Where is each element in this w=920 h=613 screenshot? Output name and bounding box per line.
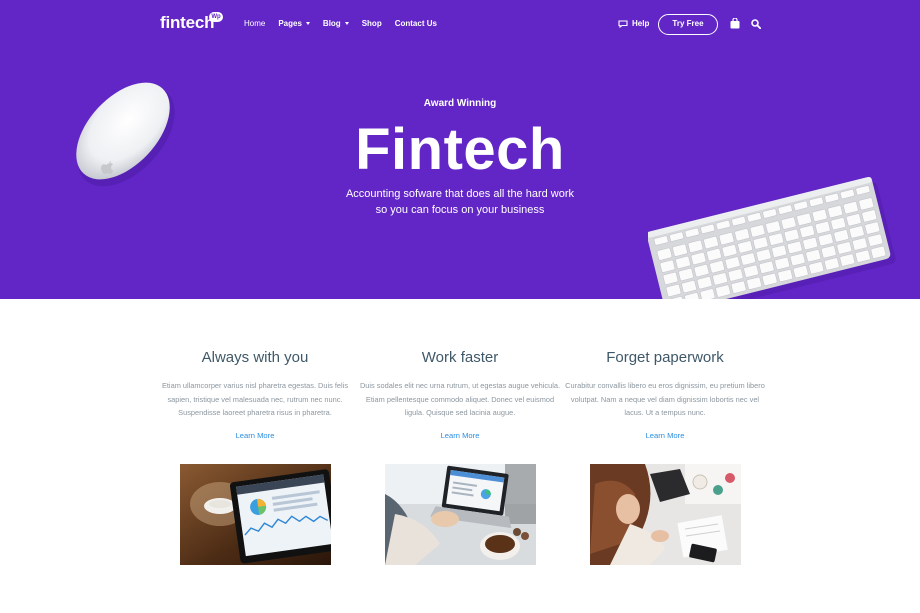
woman-working-photo	[590, 464, 741, 565]
nav-item-shop[interactable]: Shop	[362, 19, 382, 28]
feature-title: Work faster	[421, 349, 499, 366]
learn-more-link[interactable]: Learn More	[646, 431, 685, 440]
chevron-down-icon	[344, 22, 349, 25]
nav-item-label: Home	[244, 19, 266, 28]
help-label: Help	[632, 19, 650, 28]
feature-always-with-you: Always with you Etiam ullamcorper varius…	[150, 348, 360, 443]
nav-item-label: Pages	[278, 19, 302, 28]
nav-item-pages[interactable]: Pages	[278, 19, 310, 28]
hero-subtitle: Accounting sofware that does all the har…	[0, 186, 920, 218]
hero-section: fintech Wp Home Pages Blog Shop Contact …	[0, 0, 920, 299]
feature-text: Curabitur convallis libero eu eros digni…	[565, 381, 765, 418]
chevron-down-icon	[305, 22, 310, 25]
hero-subtitle-line: so you can focus on your business	[375, 204, 545, 216]
site-logo[interactable]: fintech	[160, 13, 215, 33]
nav-item-contact[interactable]: Contact Us	[395, 19, 437, 28]
feature-text: Duis sodales elit nec urna rutrum, ut eg…	[359, 381, 561, 418]
hero-subtitle-line: Accounting sofware that does all the har…	[345, 188, 575, 200]
chat-bubble-icon	[618, 19, 628, 28]
try-free-button[interactable]: Try Free	[658, 14, 718, 35]
tablet-dashboard-photo	[180, 464, 331, 565]
main-menu: Home Pages Blog Shop Contact Us	[244, 19, 450, 28]
search-icon[interactable]	[751, 19, 761, 29]
nav-item-label: Contact Us	[394, 19, 437, 28]
top-navigation: fintech Wp Home Pages Blog Shop Contact …	[0, 0, 920, 50]
hero-title: Fintech	[355, 117, 565, 182]
feature-title: Forget paperwork	[606, 349, 724, 366]
feature-forget-paperwork: Forget paperwork Curabitur convallis lib…	[560, 348, 770, 443]
feature-title: Always with you	[201, 349, 309, 366]
nav-item-home[interactable]: Home	[244, 19, 265, 28]
feature-work-faster: Work faster Duis sodales elit nec urna r…	[355, 348, 565, 443]
shopping-bag-icon[interactable]	[730, 18, 740, 29]
help-link[interactable]: Help	[618, 19, 649, 28]
nav-item-blog[interactable]: Blog	[323, 19, 349, 28]
nav-item-label: Shop	[361, 19, 382, 28]
feature-text: Etiam ullamcorper varius nisl pharetra e…	[161, 381, 349, 418]
learn-more-link[interactable]: Learn More	[236, 431, 275, 440]
hero-eyebrow: Award Winning	[423, 98, 497, 109]
learn-more-link[interactable]: Learn More	[441, 431, 480, 440]
logo-badge: Wp	[209, 12, 223, 22]
nav-item-label: Blog	[322, 19, 341, 28]
laptop-coffee-photo	[385, 464, 536, 565]
